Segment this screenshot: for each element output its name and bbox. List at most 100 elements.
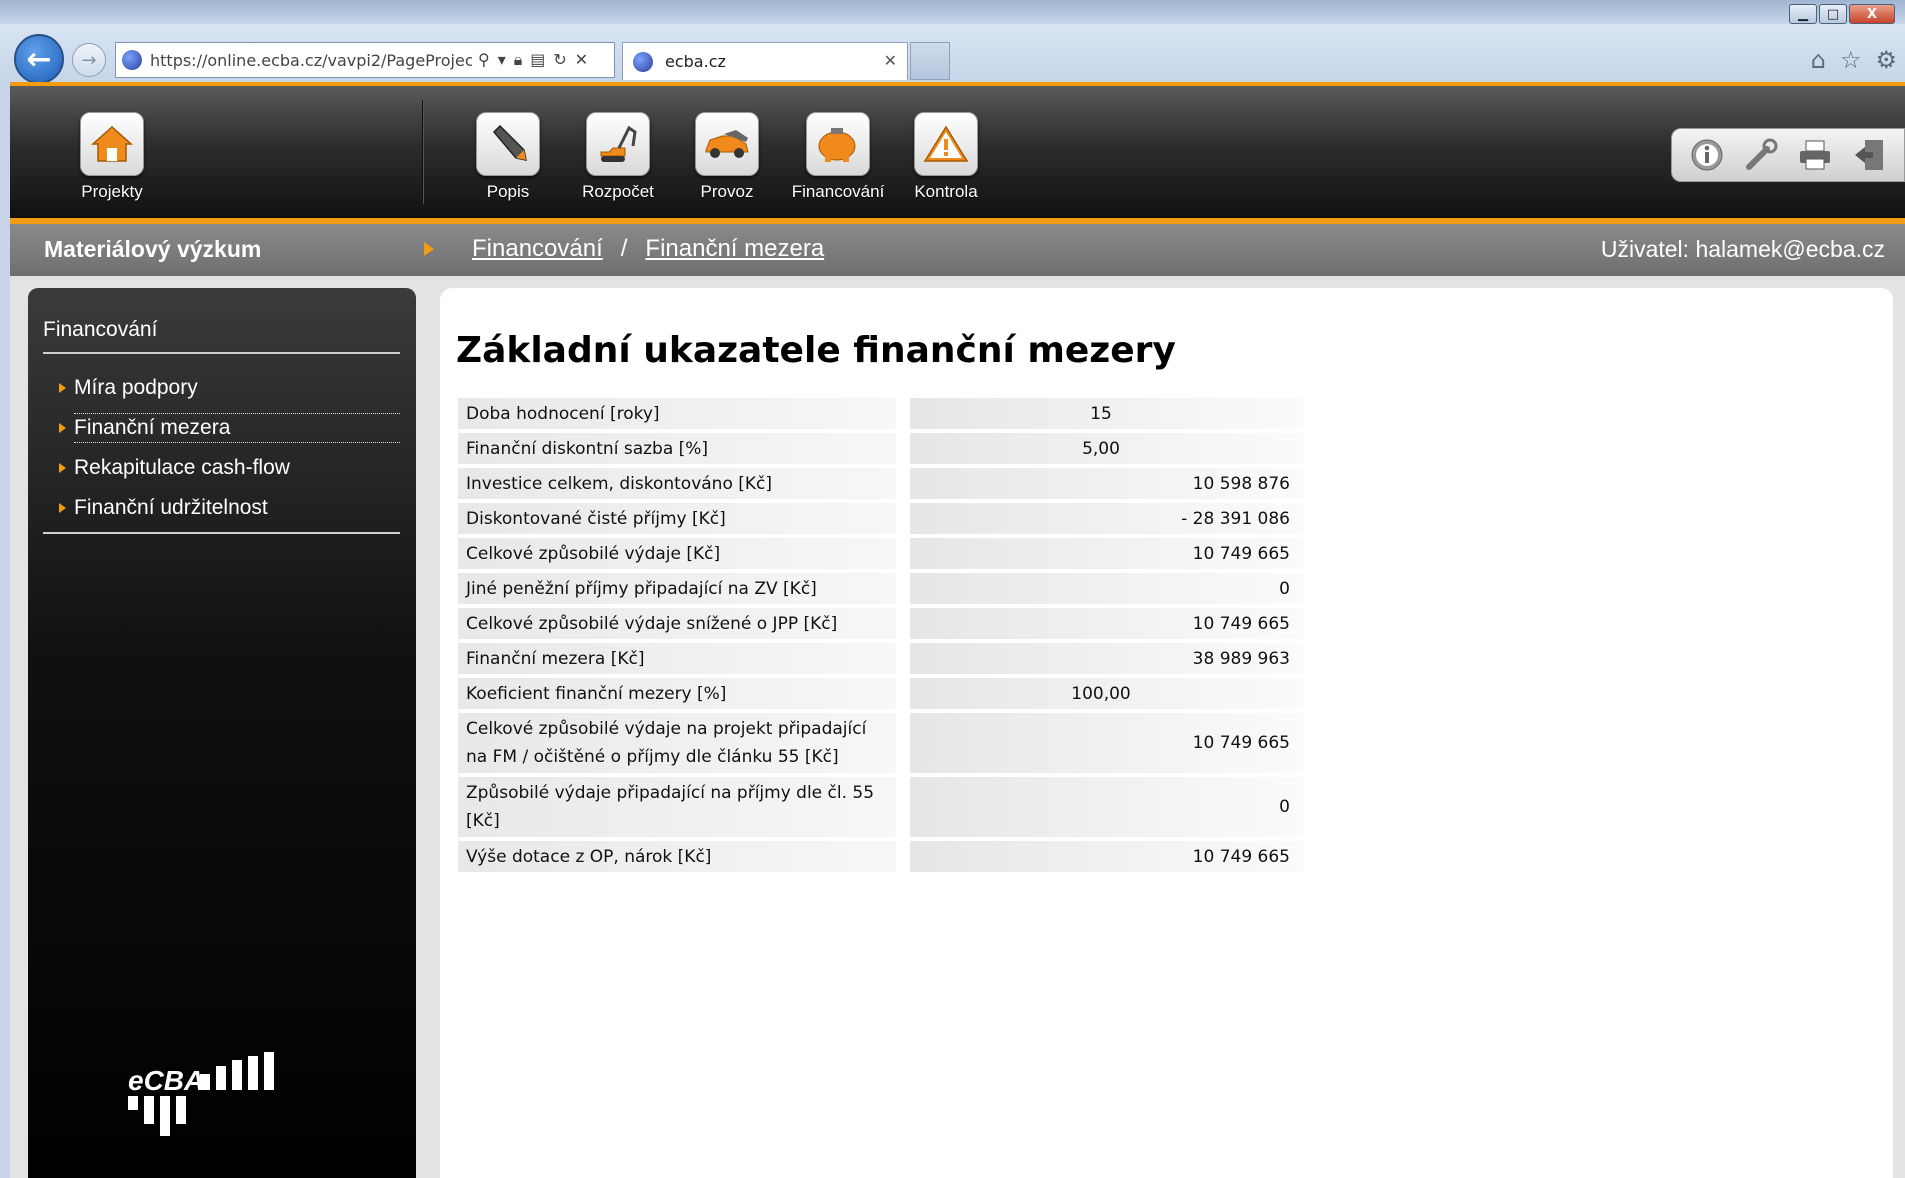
url-text[interactable]: https://online.ecba.cz/vavpi2/PageProjec (150, 51, 472, 70)
row-value: 0 (910, 777, 1304, 837)
row-value: 15 (910, 398, 1304, 429)
toolbar-provoz[interactable]: Provoz (672, 112, 782, 202)
row-label: Celkové způsobilé výdaje snížené o JPP [… (458, 608, 896, 639)
toolbar-projekty[interactable]: Projekty (57, 112, 167, 202)
print-icon[interactable] (1796, 136, 1834, 174)
row-label: Diskontované čisté příjmy [Kč] (458, 503, 896, 534)
table-row: Celkové způsobilé výdaje [Kč] 10 749 665 (458, 538, 1304, 569)
table-row: Celkové způsobilé výdaje na projekt přip… (458, 713, 1304, 773)
toolbar-financovani[interactable]: Financování (783, 112, 893, 202)
tab-favicon-icon (633, 51, 653, 72)
forward-button[interactable]: → (72, 43, 106, 77)
table-row: Celkové způsobilé výdaje snížené o JPP [… (458, 608, 1304, 639)
breadcrumb: Materiálový výzkum Financování / Finančn… (10, 224, 1905, 276)
sidebar-item-financni-udrzitelnost[interactable]: Finanční udržitelnost (43, 488, 400, 528)
address-bar[interactable]: https://online.ecba.cz/vavpi2/PageProjec… (115, 42, 615, 78)
page-title: Základní ukazatele finanční mezery (456, 330, 1176, 371)
toolbar-label: Kontrola (914, 182, 978, 201)
row-value: 100,00 (910, 678, 1304, 709)
row-label: Výše dotace z OP, nárok [Kč] (458, 841, 896, 872)
row-value: 10 598 876 (910, 468, 1304, 499)
sidebar-menu: Míra podpory Finanční mezera Rekapitulac… (43, 368, 400, 534)
row-value: 5,00 (910, 433, 1304, 464)
sidebar-item-label: Finanční udržitelnost (74, 496, 268, 519)
tab-close-icon[interactable]: ✕ (884, 51, 897, 70)
tools-icon[interactable] (1742, 136, 1780, 174)
maximize-button[interactable]: □ (1819, 4, 1847, 24)
sidebar: Financování Míra podpory Finanční mezera… (28, 288, 416, 1178)
toolbar-kontrola[interactable]: Kontrola (891, 112, 1001, 202)
row-label: Jiné peněžní příjmy připadající na ZV [K… (458, 573, 896, 604)
toolbar-label: Rozpočet (582, 182, 654, 201)
table-row: Koeficient finanční mezery [%] 100,00 (458, 678, 1304, 709)
window-titlebar: ▁ □ X (0, 0, 1905, 24)
sidebar-item-label: Rekapitulace cash-flow (74, 456, 290, 479)
table-row: Jiné peněžní příjmy připadající na ZV [K… (458, 573, 1304, 604)
row-label: Koeficient finanční mezery [%] (458, 678, 896, 709)
home-icon (80, 112, 144, 176)
piggy-bank-icon (806, 112, 870, 176)
exit-icon[interactable] (1850, 136, 1888, 174)
row-label: Doba hodnocení [roky] (458, 398, 896, 429)
window-controls: ▁ □ X (1789, 4, 1895, 24)
user-info: Uživatel: halamek@ecba.cz (1600, 236, 1885, 262)
excavator-icon (586, 112, 650, 176)
row-value: 10 749 665 (910, 713, 1304, 773)
stop-icon[interactable]: ✕ (575, 50, 588, 70)
indicators-table: Doba hodnocení [roky] 15 Finanční diskont… (458, 394, 1304, 876)
pencil-icon (476, 112, 540, 176)
app-toolbar: Projekty Popis Rozpočet Provoz Financová… (10, 86, 1905, 218)
row-value: 10 749 665 (910, 608, 1304, 639)
site-globe-icon (122, 50, 142, 70)
toolbar-label: Projekty (81, 182, 143, 201)
row-label: Investice celkem, diskontováno [Kč] (458, 468, 896, 499)
right-toolbar (1671, 128, 1905, 182)
ecba-logo: eCBA (128, 1052, 274, 1136)
table-row: Diskontované čisté příjmy [Kč] - 28 391 0… (458, 503, 1304, 534)
row-label: Celkové způsobilé výdaje na projekt přip… (458, 713, 896, 773)
close-window-button[interactable]: X (1849, 4, 1895, 24)
row-value: 0 (910, 573, 1304, 604)
main-panel: Základní ukazatele finanční mezery Doba … (440, 288, 1893, 1178)
row-label: Finanční diskontní sazba [%] (458, 433, 896, 464)
warning-icon (914, 112, 978, 176)
toolbar-divider (422, 100, 424, 204)
new-tab-button[interactable] (910, 42, 950, 80)
home-browser-icon[interactable]: ⌂ (1811, 46, 1826, 74)
table-row: Investice celkem, diskontováno [Kč] 10 59… (458, 468, 1304, 499)
search-icon[interactable]: ⚲ (478, 50, 490, 70)
back-button[interactable]: ← (14, 34, 64, 84)
row-value: 38 989 963 (910, 643, 1304, 674)
table-row: Výše dotace z OP, nárok [Kč] 10 749 665 (458, 841, 1304, 872)
car-icon (695, 112, 759, 176)
refresh-icon[interactable]: ↻ (553, 50, 566, 70)
compat-view-icon[interactable]: ▤ (530, 50, 545, 70)
table-row: Doba hodnocení [roky] 15 (458, 398, 1304, 429)
breadcrumb-financovani-link[interactable]: Financování (472, 235, 603, 263)
minimize-button[interactable]: ▁ (1789, 4, 1817, 24)
breadcrumb-separator: / (620, 235, 628, 262)
table-row: Způsobilé výdaje připadající na příjmy d… (458, 777, 1304, 837)
dropdown-icon[interactable]: ▾ (498, 50, 506, 70)
window-frame (0, 82, 10, 1178)
sidebar-item-label: Míra podpory (74, 376, 198, 399)
row-label: Finanční mezera [Kč] (458, 643, 896, 674)
sidebar-item-rekapitulace-cash-flow[interactable]: Rekapitulace cash-flow (43, 448, 400, 488)
table-row: Finanční mezera [Kč] 38 989 963 (458, 643, 1304, 674)
sidebar-item-label: Finanční mezera (74, 413, 400, 443)
browser-tab[interactable]: ecba.cz ✕ (622, 42, 908, 80)
breadcrumb-financni-mezera-link[interactable]: Finanční mezera (645, 235, 824, 263)
toolbar-rozpocet[interactable]: Rozpočet (563, 112, 673, 202)
sidebar-item-mira-podpory[interactable]: Míra podpory (43, 368, 400, 408)
favorites-star-icon[interactable]: ☆ (1840, 46, 1862, 74)
settings-gear-icon[interactable]: ⚙ (1875, 46, 1897, 74)
project-name: Materiálový výzkum (44, 236, 262, 262)
row-label: Způsobilé výdaje připadající na příjmy d… (458, 777, 896, 837)
sidebar-item-financni-mezera[interactable]: Finanční mezera (43, 408, 400, 448)
toolbar-popis[interactable]: Popis (453, 112, 563, 202)
toolbar-label: Financování (791, 182, 885, 201)
info-icon[interactable] (1688, 136, 1726, 174)
row-value: 10 749 665 (910, 841, 1304, 872)
toolbar-label: Provoz (700, 182, 754, 201)
lock-icon[interactable]: 🔒︎ (514, 50, 523, 70)
